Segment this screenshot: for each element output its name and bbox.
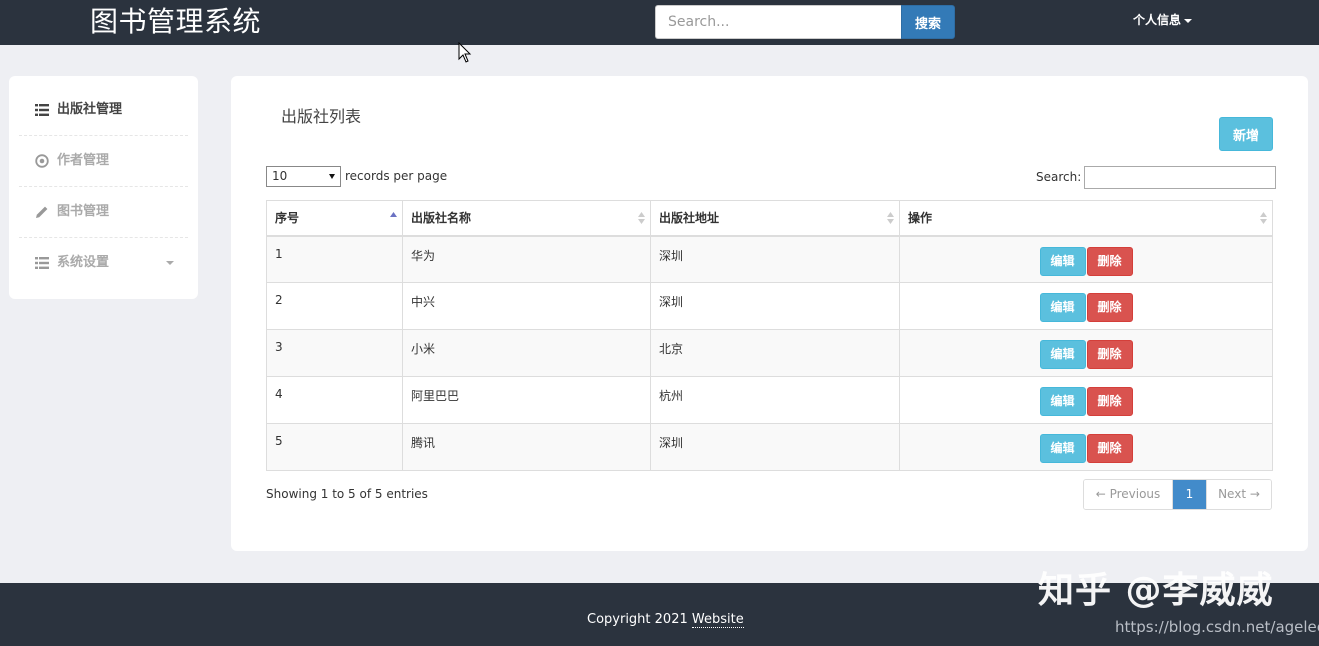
zhihu-watermark: 知乎 @李威威 [1038,570,1274,611]
cell-address: 杭州 [650,376,900,424]
column-header-name[interactable]: 出版社名称 [402,200,651,237]
cell-actions: 编辑 删除 [899,423,1273,471]
app-brand[interactable]: 图书管理系统 [90,4,261,40]
circle-dot-icon [35,154,49,168]
edit-button[interactable]: 编辑 [1039,340,1086,369]
next-page-button[interactable]: Next → [1206,480,1271,509]
column-label: 出版社地址 [659,211,720,226]
cell-id: 2 [266,282,403,330]
cell-id: 4 [266,376,403,424]
delete-button[interactable]: 删除 [1086,340,1133,369]
cell-address: 北京 [650,329,900,377]
sidebar: 出版社管理 作者管理 图书管理 系统设置 [9,76,198,299]
column-label: 操作 [908,211,933,226]
sidebar-item-settings[interactable]: 系统设置 [19,238,188,289]
cell-address: 深圳 [650,282,900,330]
edit-button[interactable]: 编辑 [1039,246,1086,276]
table-info: Showing 1 to 5 of 5 entries [266,487,428,501]
delete-button[interactable]: 删除 [1086,293,1133,322]
pencil-icon [36,206,48,218]
select-arrow-icon [329,174,335,179]
sidebar-item-label: 图书管理 [57,204,110,219]
delete-button[interactable]: 删除 [1086,387,1133,416]
cell-name: 中兴 [402,282,651,330]
column-header-id[interactable]: 序号 [266,200,403,237]
sidebar-item-label: 出版社管理 [57,102,123,117]
csdn-watermark: https://blog.csdn.net/agelee [1115,618,1319,636]
header-search: 搜索 [655,5,955,39]
edit-button[interactable]: 编辑 [1039,387,1086,416]
sort-both-icon [887,212,894,224]
edit-button[interactable]: 编辑 [1039,434,1086,463]
table-row: 5 腾讯 深圳 编辑 删除 [266,423,1273,471]
copyright-prefix: Copyright 2021 [587,612,692,627]
search-input[interactable] [655,5,902,39]
cell-name: 阿里巴巴 [402,376,651,424]
publisher-table: 序号 出版社名称 出版社地址 操作 1 华为 深圳 编辑 删除 2 中兴 深圳 … [266,200,1273,471]
top-navbar: 图书管理系统 搜索 个人信息 [0,0,1319,45]
table-row: 1 华为 深圳 编辑 删除 [266,235,1273,283]
add-button[interactable]: 新增 [1219,117,1273,151]
filter-label: Search: [1036,170,1082,184]
column-label: 序号 [275,211,300,226]
list-icon [35,257,49,269]
cell-actions: 编辑 删除 [899,376,1273,424]
sort-both-icon [638,212,645,224]
table-row: 3 小米 北京 编辑 删除 [266,329,1273,377]
table-header-row: 序号 出版社名称 出版社地址 操作 [266,200,1273,237]
page-length-label: records per page [345,169,448,183]
caret-down-icon [166,261,174,265]
cell-address: 深圳 [650,235,900,283]
cell-name: 华为 [402,235,651,283]
page-length-value: 10 [272,169,288,183]
sidebar-item-books[interactable]: 图书管理 [19,187,188,238]
page-length-control: 10 records per page [266,166,447,187]
column-header-actions[interactable]: 操作 [899,200,1273,237]
list-icon [35,104,49,116]
caret-down-icon [1184,18,1193,23]
copyright-text: Copyright 2021 Website [587,612,744,628]
cell-actions: 编辑 删除 [899,282,1273,330]
search-button[interactable]: 搜索 [901,5,955,39]
previous-page-button[interactable]: ← Previous [1084,480,1173,509]
mouse-cursor-icon [458,42,472,63]
page-title: 出版社列表 [281,107,362,126]
sidebar-item-label: 系统设置 [57,255,110,270]
delete-button[interactable]: 删除 [1086,434,1133,463]
cell-id: 5 [266,423,403,471]
user-menu-label: 个人信息 [1133,13,1182,27]
main-panel: 出版社列表 新增 10 records per page Search: 序号 出… [231,76,1308,551]
cell-name: 小米 [402,329,651,377]
website-link[interactable]: Website [691,612,744,628]
sort-asc-icon [390,212,397,217]
table-filter: Search: [1036,166,1277,189]
cell-actions: 编辑 删除 [899,235,1273,283]
column-label: 出版社名称 [411,211,472,226]
pagination: ← Previous 1 Next → [1083,479,1272,510]
delete-button[interactable]: 删除 [1086,246,1133,276]
edit-button[interactable]: 编辑 [1039,293,1086,322]
cell-id: 3 [266,329,403,377]
cell-name: 腾讯 [402,423,651,471]
sidebar-item-publishers[interactable]: 出版社管理 [19,85,188,136]
sidebar-item-label: 作者管理 [57,153,110,168]
filter-input[interactable] [1084,166,1277,189]
sort-both-icon [1260,212,1267,224]
cell-actions: 编辑 删除 [899,329,1273,377]
page-length-select[interactable]: 10 [266,166,341,187]
page-button-current[interactable]: 1 [1173,480,1206,509]
cell-address: 深圳 [650,423,900,471]
table-row: 4 阿里巴巴 杭州 编辑 删除 [266,376,1273,424]
cell-id: 1 [266,235,403,283]
user-menu-dropdown[interactable]: 个人信息 [1133,12,1193,28]
column-header-address[interactable]: 出版社地址 [650,200,900,237]
table-row: 2 中兴 深圳 编辑 删除 [266,282,1273,330]
sidebar-item-authors[interactable]: 作者管理 [19,136,188,187]
